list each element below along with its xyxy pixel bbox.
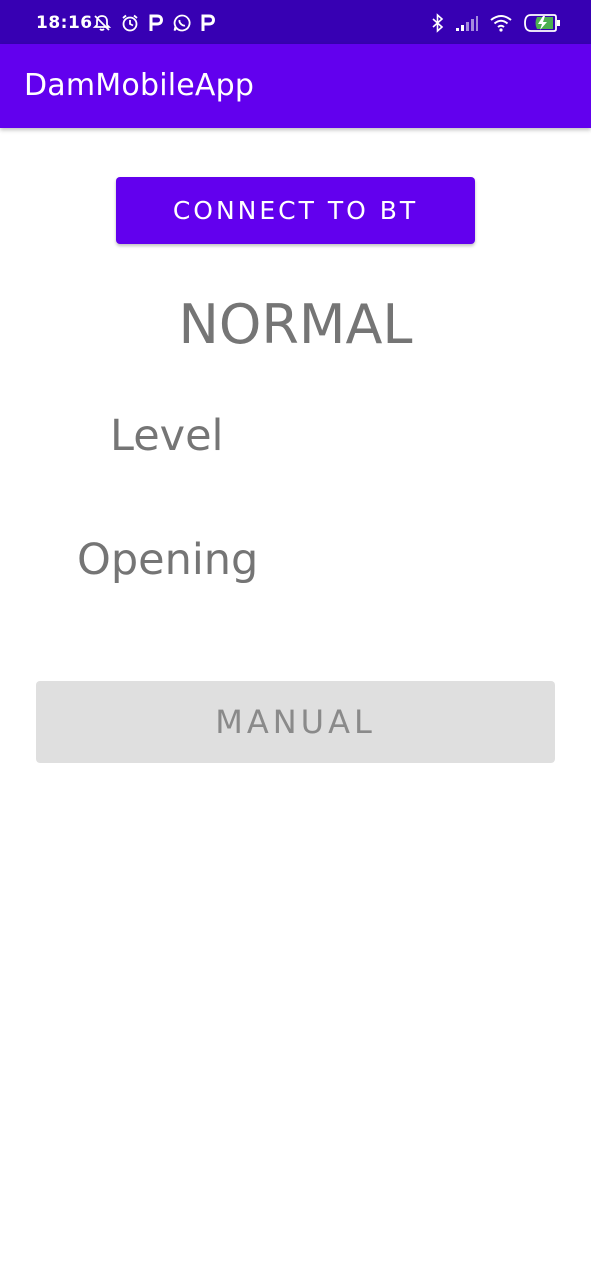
opening-label: Opening [77, 535, 259, 585]
status-time: 18:16 [36, 13, 93, 33]
battery-charging-icon [523, 13, 561, 33]
wifi-icon [489, 14, 513, 32]
parking-p-icon [148, 13, 164, 33]
status-icons-left [92, 13, 216, 33]
app-bar: DamMobileApp [0, 44, 591, 128]
alarm-clock-icon [120, 13, 140, 33]
parking-p-icon [200, 13, 216, 33]
level-label: Level [110, 411, 224, 461]
status-bar: 18:16 [0, 0, 591, 44]
whatsapp-icon [172, 13, 192, 33]
status-icons-right [431, 13, 561, 33]
manual-button[interactable]: MANUAL [36, 681, 555, 763]
cell-signal-icon [455, 14, 479, 32]
app-title: DamMobileApp [24, 68, 255, 103]
bluetooth-icon [431, 13, 445, 33]
dam-state-label: NORMAL [178, 293, 413, 356]
alarm-off-icon [92, 13, 112, 33]
connect-to-bt-button[interactable]: CONNECT TO BT [116, 177, 475, 244]
